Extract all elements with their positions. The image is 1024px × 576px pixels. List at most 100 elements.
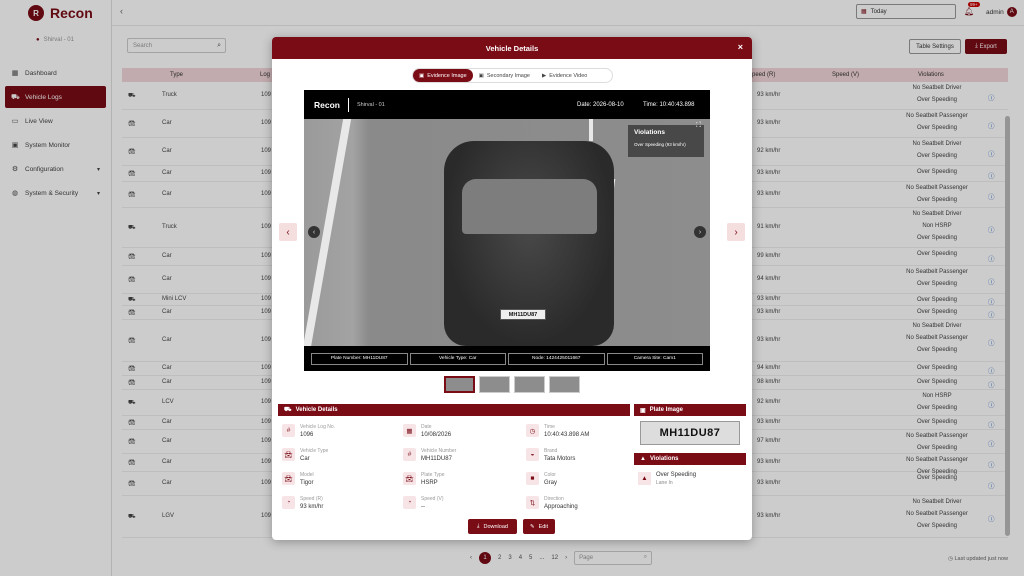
- thumbnail-strip: [444, 376, 580, 393]
- next-arrow-icon[interactable]: ›: [694, 226, 706, 238]
- detail-label: Speed (R): [300, 496, 323, 502]
- calendar-icon: ▦: [403, 424, 416, 437]
- violations-overlay-title: Violations: [634, 129, 665, 136]
- detail-field: ◔ Speed (R) 93 km/hr: [282, 496, 323, 510]
- violations-header: ▲ Violations: [634, 453, 746, 465]
- detail-field: ■ Color Gray: [526, 472, 557, 486]
- thumbnail[interactable]: [479, 376, 510, 393]
- tab-label: Evidence Video: [549, 72, 588, 79]
- detail-value: HSRP: [421, 480, 438, 486]
- detail-field: ▦ Date 10/08/2026: [403, 424, 451, 438]
- vehicle-details-header: ⛟ Vehicle Details: [278, 404, 630, 416]
- detail-field: ⇅ Direction Approaching: [526, 496, 578, 510]
- plate-image-header: ▣ Plate Image: [634, 404, 746, 416]
- thumbnail[interactable]: [514, 376, 545, 393]
- speedometer-icon: ◔: [403, 496, 416, 509]
- thumbnail[interactable]: [549, 376, 580, 393]
- vehicle-plate: MH11DU87: [500, 309, 546, 320]
- footer-node: Node: 1424425011667: [508, 352, 605, 365]
- download-button[interactable]: ⤓ Download: [468, 519, 517, 534]
- car-icon: 🚘︎: [282, 448, 295, 461]
- detail-field: # Vehicle Number MH11DU87: [403, 448, 456, 462]
- image-icon: ▣: [640, 407, 646, 414]
- evidence-image: MH11DU87 Violations Over Speeding (93 km…: [304, 119, 710, 346]
- fullscreen-icon[interactable]: ⛶: [696, 122, 701, 130]
- modal-header: Vehicle Details ×: [272, 37, 752, 59]
- prev-image-button[interactable]: ‹: [279, 223, 297, 241]
- warning-icon: ▲: [640, 456, 646, 462]
- detail-label: Color: [544, 472, 556, 478]
- app-root: R Recon ● Shirval - 01 ▦ Dashboard ⛟ Vehic…: [0, 0, 1024, 576]
- detail-field: 🚘︎ Plate Type HSRP: [403, 472, 445, 486]
- next-image-button[interactable]: ›: [727, 223, 745, 241]
- detail-field: ◔ Speed (V) --: [403, 496, 444, 510]
- detail-value: Car: [300, 456, 310, 462]
- divider: [347, 97, 349, 112]
- plate-image: MH11DU87: [640, 421, 740, 445]
- vehicle-windshield: [462, 179, 597, 234]
- violations-overlay: Violations Over Speeding (93 km/hr): [628, 125, 704, 157]
- download-label: Download: [483, 523, 508, 530]
- tab-label: Secondary Image: [486, 72, 530, 79]
- evidence-tabs: ▣ Evidence Image ▣ Secondary Image ▶ Eviden…: [412, 68, 613, 83]
- modal-title: Vehicle Details: [485, 43, 539, 53]
- image-icon: ▣: [419, 72, 425, 79]
- detail-label: Plate Type: [421, 472, 445, 478]
- detail-label: Date: [421, 424, 432, 430]
- hash-icon: #: [403, 448, 416, 461]
- detail-value: MH11DU87: [421, 456, 452, 462]
- car-icon: 🚘︎: [403, 472, 416, 485]
- detail-value: Approaching: [544, 504, 578, 510]
- evidence-brand: Recon: [314, 99, 340, 110]
- clock-icon: ◷: [526, 424, 539, 437]
- detail-label: Vehicle Type: [300, 448, 329, 454]
- detail-label: Vehicle Log No.: [300, 424, 336, 430]
- warning-icon: ▲: [638, 472, 651, 485]
- hash-icon: #: [282, 424, 295, 437]
- detail-field: 🚘︎ Vehicle Type Car: [282, 448, 328, 462]
- detail-value: 93 km/hr: [300, 504, 324, 510]
- violation-name: Over Speeding: [656, 472, 697, 478]
- edit-button[interactable]: ✎ Edit: [523, 519, 555, 534]
- edit-label: Edit: [538, 523, 549, 530]
- detail-field: ◷ Time 10:40:43.898 AM: [526, 424, 589, 438]
- truck-icon: ⛟: [284, 407, 292, 413]
- direction-icon: ⇅: [526, 496, 539, 509]
- prev-arrow-icon[interactable]: ‹: [308, 226, 320, 238]
- evidence-header: Recon Shirval - 01 Date: 2026-08-10 Time…: [304, 90, 710, 119]
- image-icon: ▣: [478, 72, 484, 79]
- section-title: Plate Image: [649, 407, 684, 413]
- detail-label: Vehicle Number: [421, 448, 457, 454]
- violation-sub: Lane In: [656, 480, 673, 486]
- detail-field: ◒ Brand Tata Motors: [526, 448, 575, 462]
- tab-label: Evidence Image: [427, 72, 467, 79]
- detail-label: Time: [544, 424, 555, 430]
- footer-vehicle-type: Vehicle Type: Car: [409, 352, 506, 365]
- detail-value: 10:40:43.898 AM: [544, 432, 590, 438]
- footer-camera-site: Camera Site: Cam1: [606, 352, 703, 365]
- evidence-image-viewer: Recon Shirval - 01 Date: 2026-08-10 Time…: [304, 90, 710, 371]
- violation-item: ▲ Over Speeding Lane In: [638, 472, 696, 486]
- detail-label: Brand: [544, 448, 558, 454]
- detail-value: Tigor: [300, 480, 314, 486]
- detail-value: 1096: [300, 432, 314, 438]
- lane-marking: [589, 119, 593, 141]
- close-icon[interactable]: ×: [738, 42, 743, 52]
- tab-secondary-image[interactable]: ▣ Secondary Image: [473, 69, 536, 82]
- vehicle-details-modal: Vehicle Details × ▣ Evidence Image ▣ Secon…: [272, 37, 752, 540]
- detail-value: Gray: [544, 480, 558, 486]
- video-icon: ▶: [541, 72, 547, 79]
- evidence-location: Shirval - 01: [356, 101, 385, 108]
- tab-evidence-video[interactable]: ▶ Evidence Video: [536, 69, 593, 82]
- footer-plate-number: Plate Number: MH11DU87: [311, 352, 408, 365]
- detail-value: --: [421, 504, 425, 510]
- detail-label: Model: [300, 472, 314, 478]
- evidence-time: Time: 10:40:43.898: [643, 101, 695, 108]
- detail-value: 10/08/2026: [421, 432, 452, 438]
- detail-value: Tata Motors: [544, 456, 576, 462]
- tab-evidence-image[interactable]: ▣ Evidence Image: [413, 69, 473, 82]
- speedometer-icon: ◔: [282, 496, 295, 509]
- detail-label: Speed (V): [421, 496, 444, 502]
- thumbnail[interactable]: [444, 376, 475, 393]
- section-title: Violations: [649, 456, 679, 462]
